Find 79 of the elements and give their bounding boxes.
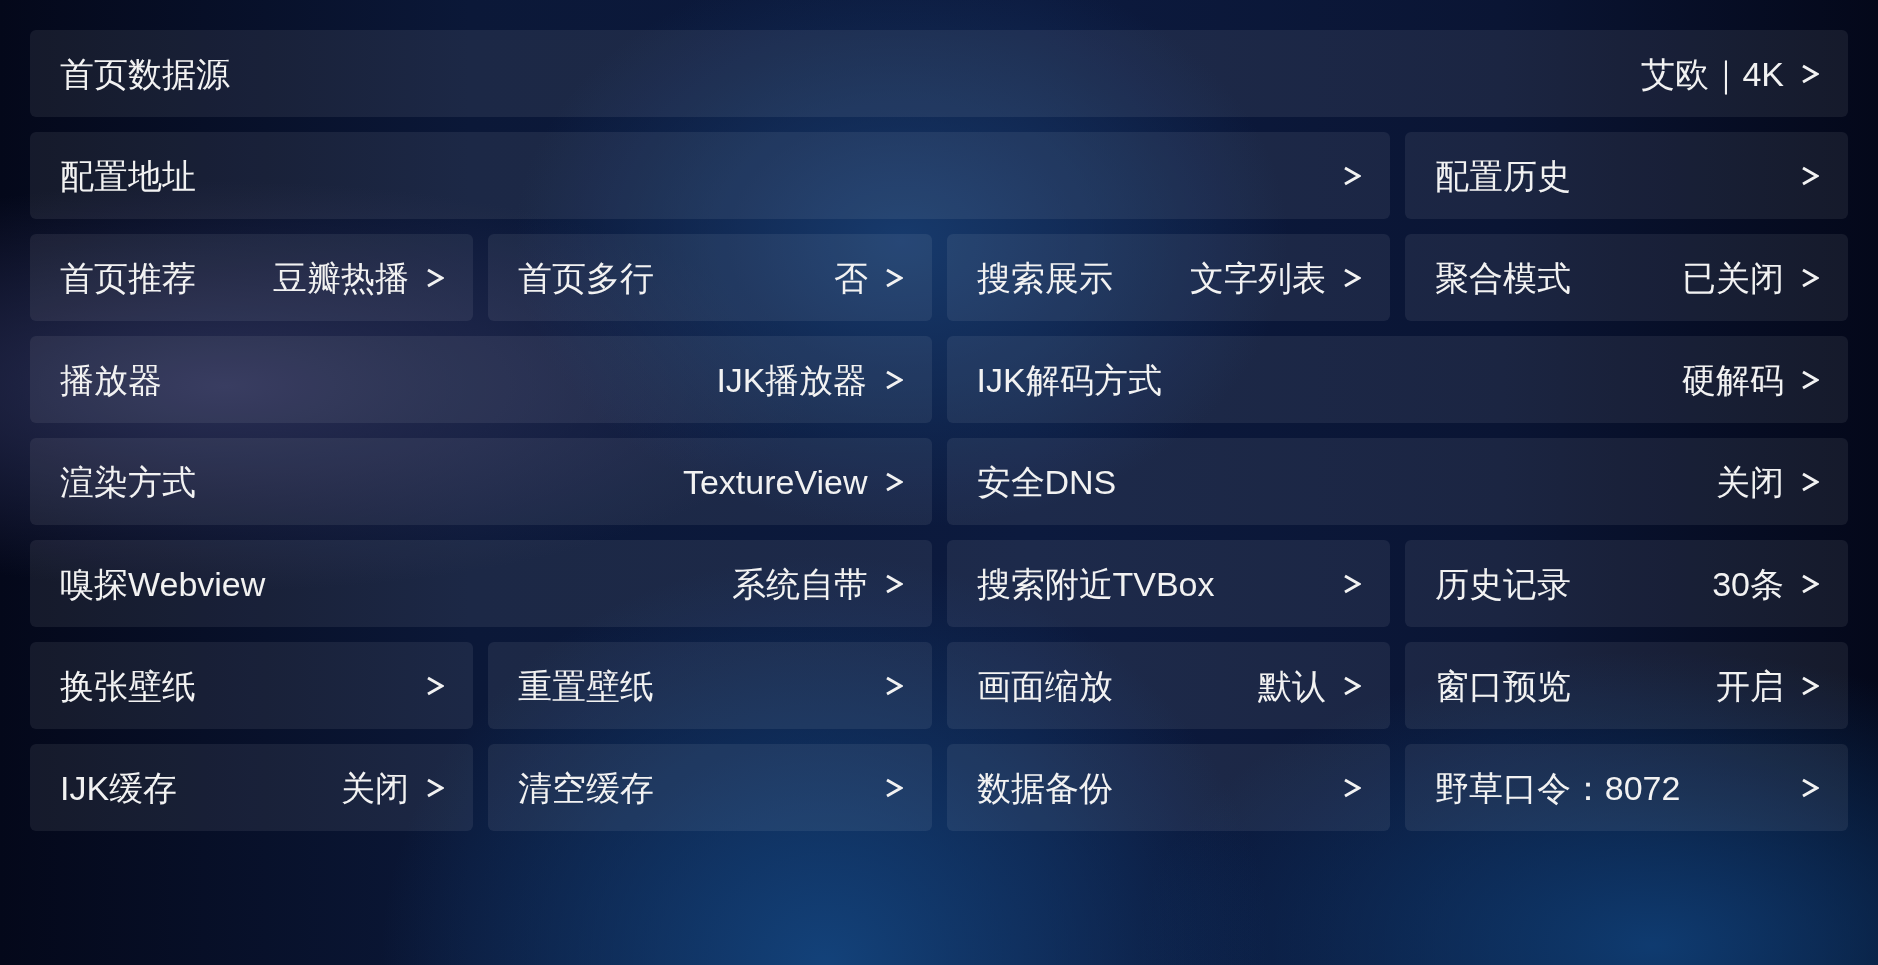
setting-label: 重置壁纸	[518, 668, 655, 703]
setting-tile[interactable]: 换张壁纸	[30, 642, 474, 729]
setting-value: 关闭	[341, 770, 410, 805]
setting-tile[interactable]: 嗅探Webview 系统自带	[30, 540, 932, 627]
setting-value: 硬解码	[1682, 362, 1784, 397]
setting-value: IJK播放器	[716, 362, 868, 397]
setting-value: 已关闭	[1682, 260, 1784, 295]
setting-label: 安全DNS	[976, 464, 1117, 499]
setting-tile[interactable]: 播放器 IJK播放器	[30, 336, 932, 423]
setting-tile[interactable]: IJK缓存 关闭	[30, 744, 474, 831]
setting-tile[interactable]: 数据备份	[946, 744, 1390, 831]
chevron-right-icon	[884, 471, 903, 492]
setting-label: 搜索附近TVBox	[976, 566, 1215, 601]
setting-tile[interactable]: 画面缩放 默认	[946, 642, 1390, 729]
setting-label: 嗅探Webview	[60, 566, 266, 601]
chevron-right-icon	[1342, 675, 1361, 696]
setting-tile[interactable]: IJK解码方式 硬解码	[946, 336, 1848, 423]
chevron-right-icon	[426, 267, 445, 288]
setting-label: 野草口令：8072	[1434, 770, 1681, 805]
setting-tile[interactable]: 历史记录 30条	[1404, 540, 1848, 627]
chevron-right-icon	[1342, 777, 1361, 798]
chevron-right-icon	[1801, 777, 1819, 798]
chevron-right-icon	[1801, 165, 1819, 186]
setting-label: 数据备份	[976, 770, 1113, 805]
setting-label: IJK解码方式	[976, 362, 1162, 397]
setting-value: 否	[833, 260, 868, 295]
setting-tile[interactable]: 安全DNS 关闭	[946, 438, 1848, 525]
setting-tile[interactable]: 渲染方式 TextureView	[30, 438, 932, 525]
chevron-right-icon	[884, 777, 903, 798]
chevron-right-icon	[1801, 267, 1819, 288]
chevron-right-icon	[1342, 165, 1361, 186]
setting-label: 窗口预览	[1434, 668, 1571, 703]
chevron-right-icon	[426, 675, 445, 696]
chevron-right-icon	[884, 369, 903, 390]
chevron-right-icon	[426, 777, 445, 798]
setting-label: 渲染方式	[60, 464, 196, 499]
setting-value: 30条	[1712, 566, 1784, 601]
setting-label: 搜索展示	[976, 260, 1113, 295]
chevron-right-icon	[884, 573, 903, 594]
chevron-right-icon	[1801, 471, 1819, 492]
setting-tile[interactable]: 首页数据源 艾欧｜4K	[30, 30, 1848, 117]
setting-label: 首页推荐	[60, 260, 196, 295]
setting-label: 历史记录	[1434, 566, 1571, 601]
setting-label: 配置地址	[60, 158, 196, 193]
chevron-right-icon	[1342, 267, 1361, 288]
setting-value: 系统自带	[731, 566, 868, 601]
chevron-right-icon	[1801, 675, 1819, 696]
setting-tile[interactable]: 窗口预览 开启	[1404, 642, 1848, 729]
setting-tile[interactable]: 搜索展示 文字列表	[946, 234, 1390, 321]
setting-tile[interactable]: 首页推荐 豆瓣热播	[30, 234, 474, 321]
setting-label: 聚合模式	[1434, 260, 1571, 295]
setting-tile[interactable]: 首页多行 否	[488, 234, 932, 321]
setting-label: IJK缓存	[60, 770, 178, 805]
chevron-right-icon	[1801, 573, 1819, 594]
setting-label: 首页多行	[518, 260, 655, 295]
setting-value: 默认	[1257, 668, 1326, 703]
setting-label: 清空缓存	[518, 770, 655, 805]
setting-value: 文字列表	[1189, 260, 1326, 295]
setting-tile[interactable]: 聚合模式 已关闭	[1404, 234, 1848, 321]
setting-label: 换张壁纸	[60, 668, 196, 703]
setting-tile[interactable]: 重置壁纸	[488, 642, 932, 729]
setting-value: 关闭	[1716, 464, 1784, 499]
setting-label: 播放器	[60, 362, 162, 397]
setting-tile[interactable]: 配置历史	[1404, 132, 1848, 219]
setting-tile[interactable]: 配置地址	[30, 132, 1390, 219]
setting-tile[interactable]: 清空缓存	[488, 744, 932, 831]
chevron-right-icon	[884, 267, 903, 288]
chevron-right-icon	[1801, 63, 1819, 84]
setting-label: 画面缩放	[976, 668, 1113, 703]
chevron-right-icon	[1801, 369, 1819, 390]
setting-tile[interactable]: 野草口令：8072	[1404, 744, 1848, 831]
setting-tile[interactable]: 搜索附近TVBox	[946, 540, 1390, 627]
chevron-right-icon	[1342, 573, 1361, 594]
setting-label: 配置历史	[1434, 158, 1571, 193]
setting-value: 豆瓣热播	[273, 260, 410, 295]
chevron-right-icon	[884, 675, 903, 696]
setting-value: 开启	[1716, 668, 1784, 703]
setting-value: TextureView	[682, 464, 868, 499]
setting-label: 首页数据源	[60, 56, 230, 91]
